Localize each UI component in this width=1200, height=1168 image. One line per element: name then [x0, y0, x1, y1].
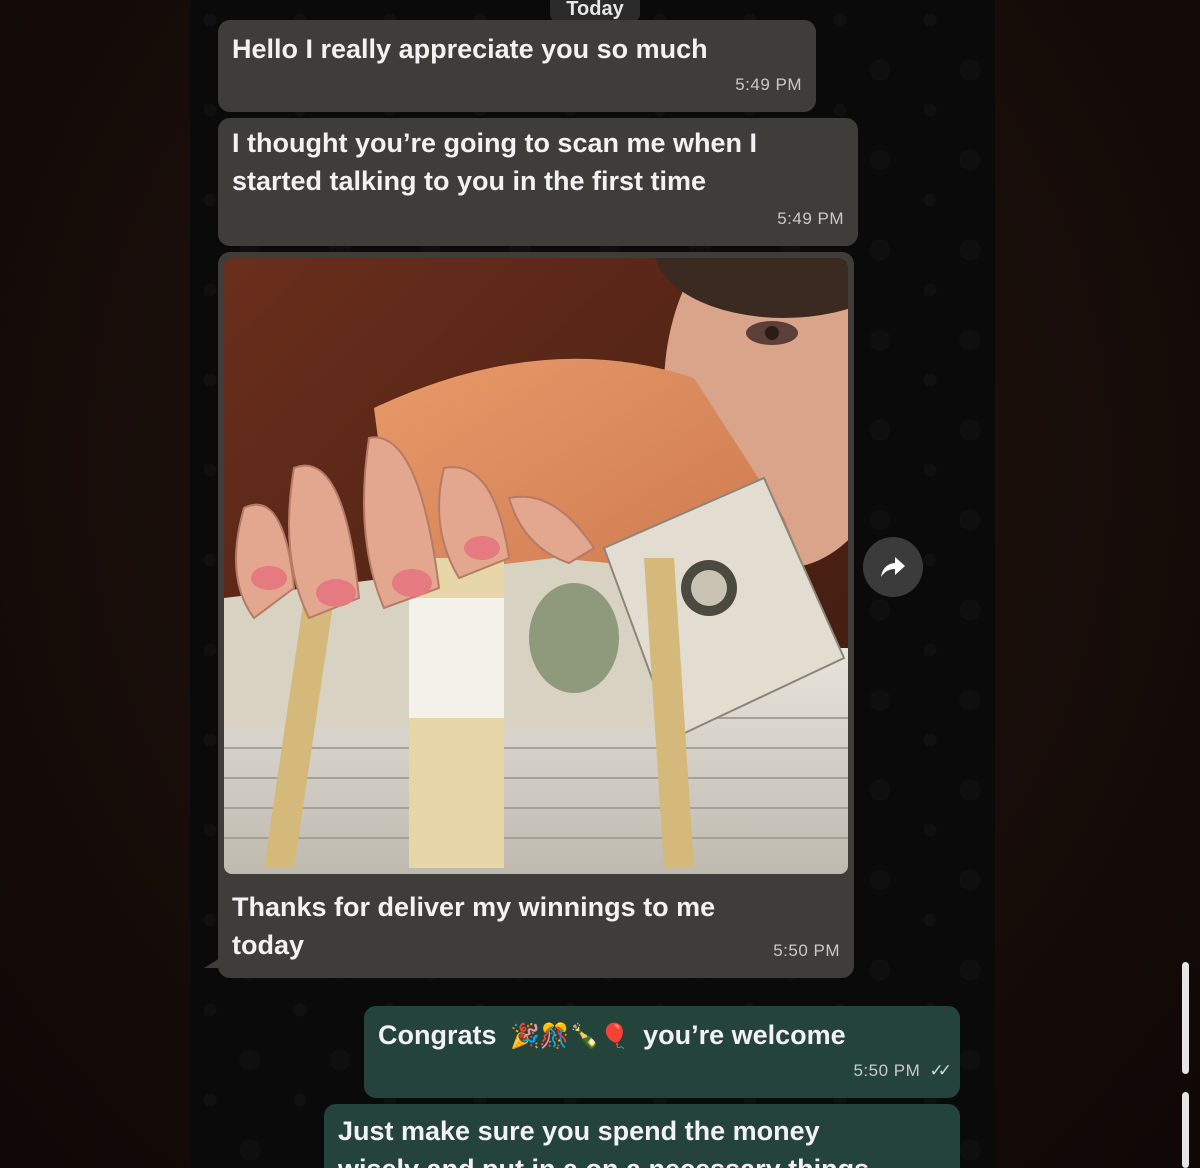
message-text: Congrats [378, 1020, 497, 1050]
message-text-line: started talking to you in the first time [232, 166, 707, 196]
incoming-message[interactable]: I thought you’re going to scan me when I… [218, 118, 858, 246]
message-text-line: wisely and put in a on a necessary thing… [338, 1150, 946, 1168]
bubble-tail [204, 958, 220, 968]
screenshot-page: Today Hello I really appreciate you so m… [0, 0, 1200, 1168]
message-time: 5:49 PM [735, 75, 802, 94]
scrollbar-thumb[interactable] [1182, 1092, 1189, 1168]
photo-caption-line: today [232, 930, 305, 960]
shared-photo[interactable] [224, 258, 848, 874]
forward-arrow-icon [881, 557, 905, 577]
message-text-line: Just make sure you spend the money [338, 1116, 820, 1146]
photo-caption-line: Thanks for deliver my winnings to me [232, 892, 716, 922]
forward-button[interactable] [863, 537, 923, 597]
scrollbar-thumb[interactable] [1182, 962, 1189, 1074]
message-meta: 5:50 PM ✓✓ [853, 1052, 952, 1090]
message-text: Hello I really appreciate you so much [232, 34, 708, 64]
money-photo-illustration [224, 258, 848, 874]
incoming-message[interactable]: Hello I really appreciate you so much 5:… [218, 20, 816, 112]
outgoing-message[interactable]: Congrats 🎉🎊🍾🎈 you’re welcome 5:50 PM ✓✓ [364, 1006, 960, 1098]
outgoing-message[interactable]: Just make sure you spend the money wisel… [324, 1104, 960, 1168]
message-time: 5:50 PM [773, 941, 840, 960]
message-time: 5:49 PM [777, 209, 844, 228]
message-text-line: I thought you’re going to scan me when I [232, 128, 758, 158]
date-divider: Today [550, 0, 640, 22]
double-check-icon: ✓✓ [929, 1061, 952, 1080]
message-time: 5:50 PM [853, 1061, 921, 1080]
message-text: you’re welcome [643, 1020, 846, 1050]
emoji-row: 🎉🎊🍾🎈 [510, 1023, 630, 1050]
incoming-photo-message[interactable]: Thanks for deliver my winnings to me tod… [218, 252, 854, 978]
